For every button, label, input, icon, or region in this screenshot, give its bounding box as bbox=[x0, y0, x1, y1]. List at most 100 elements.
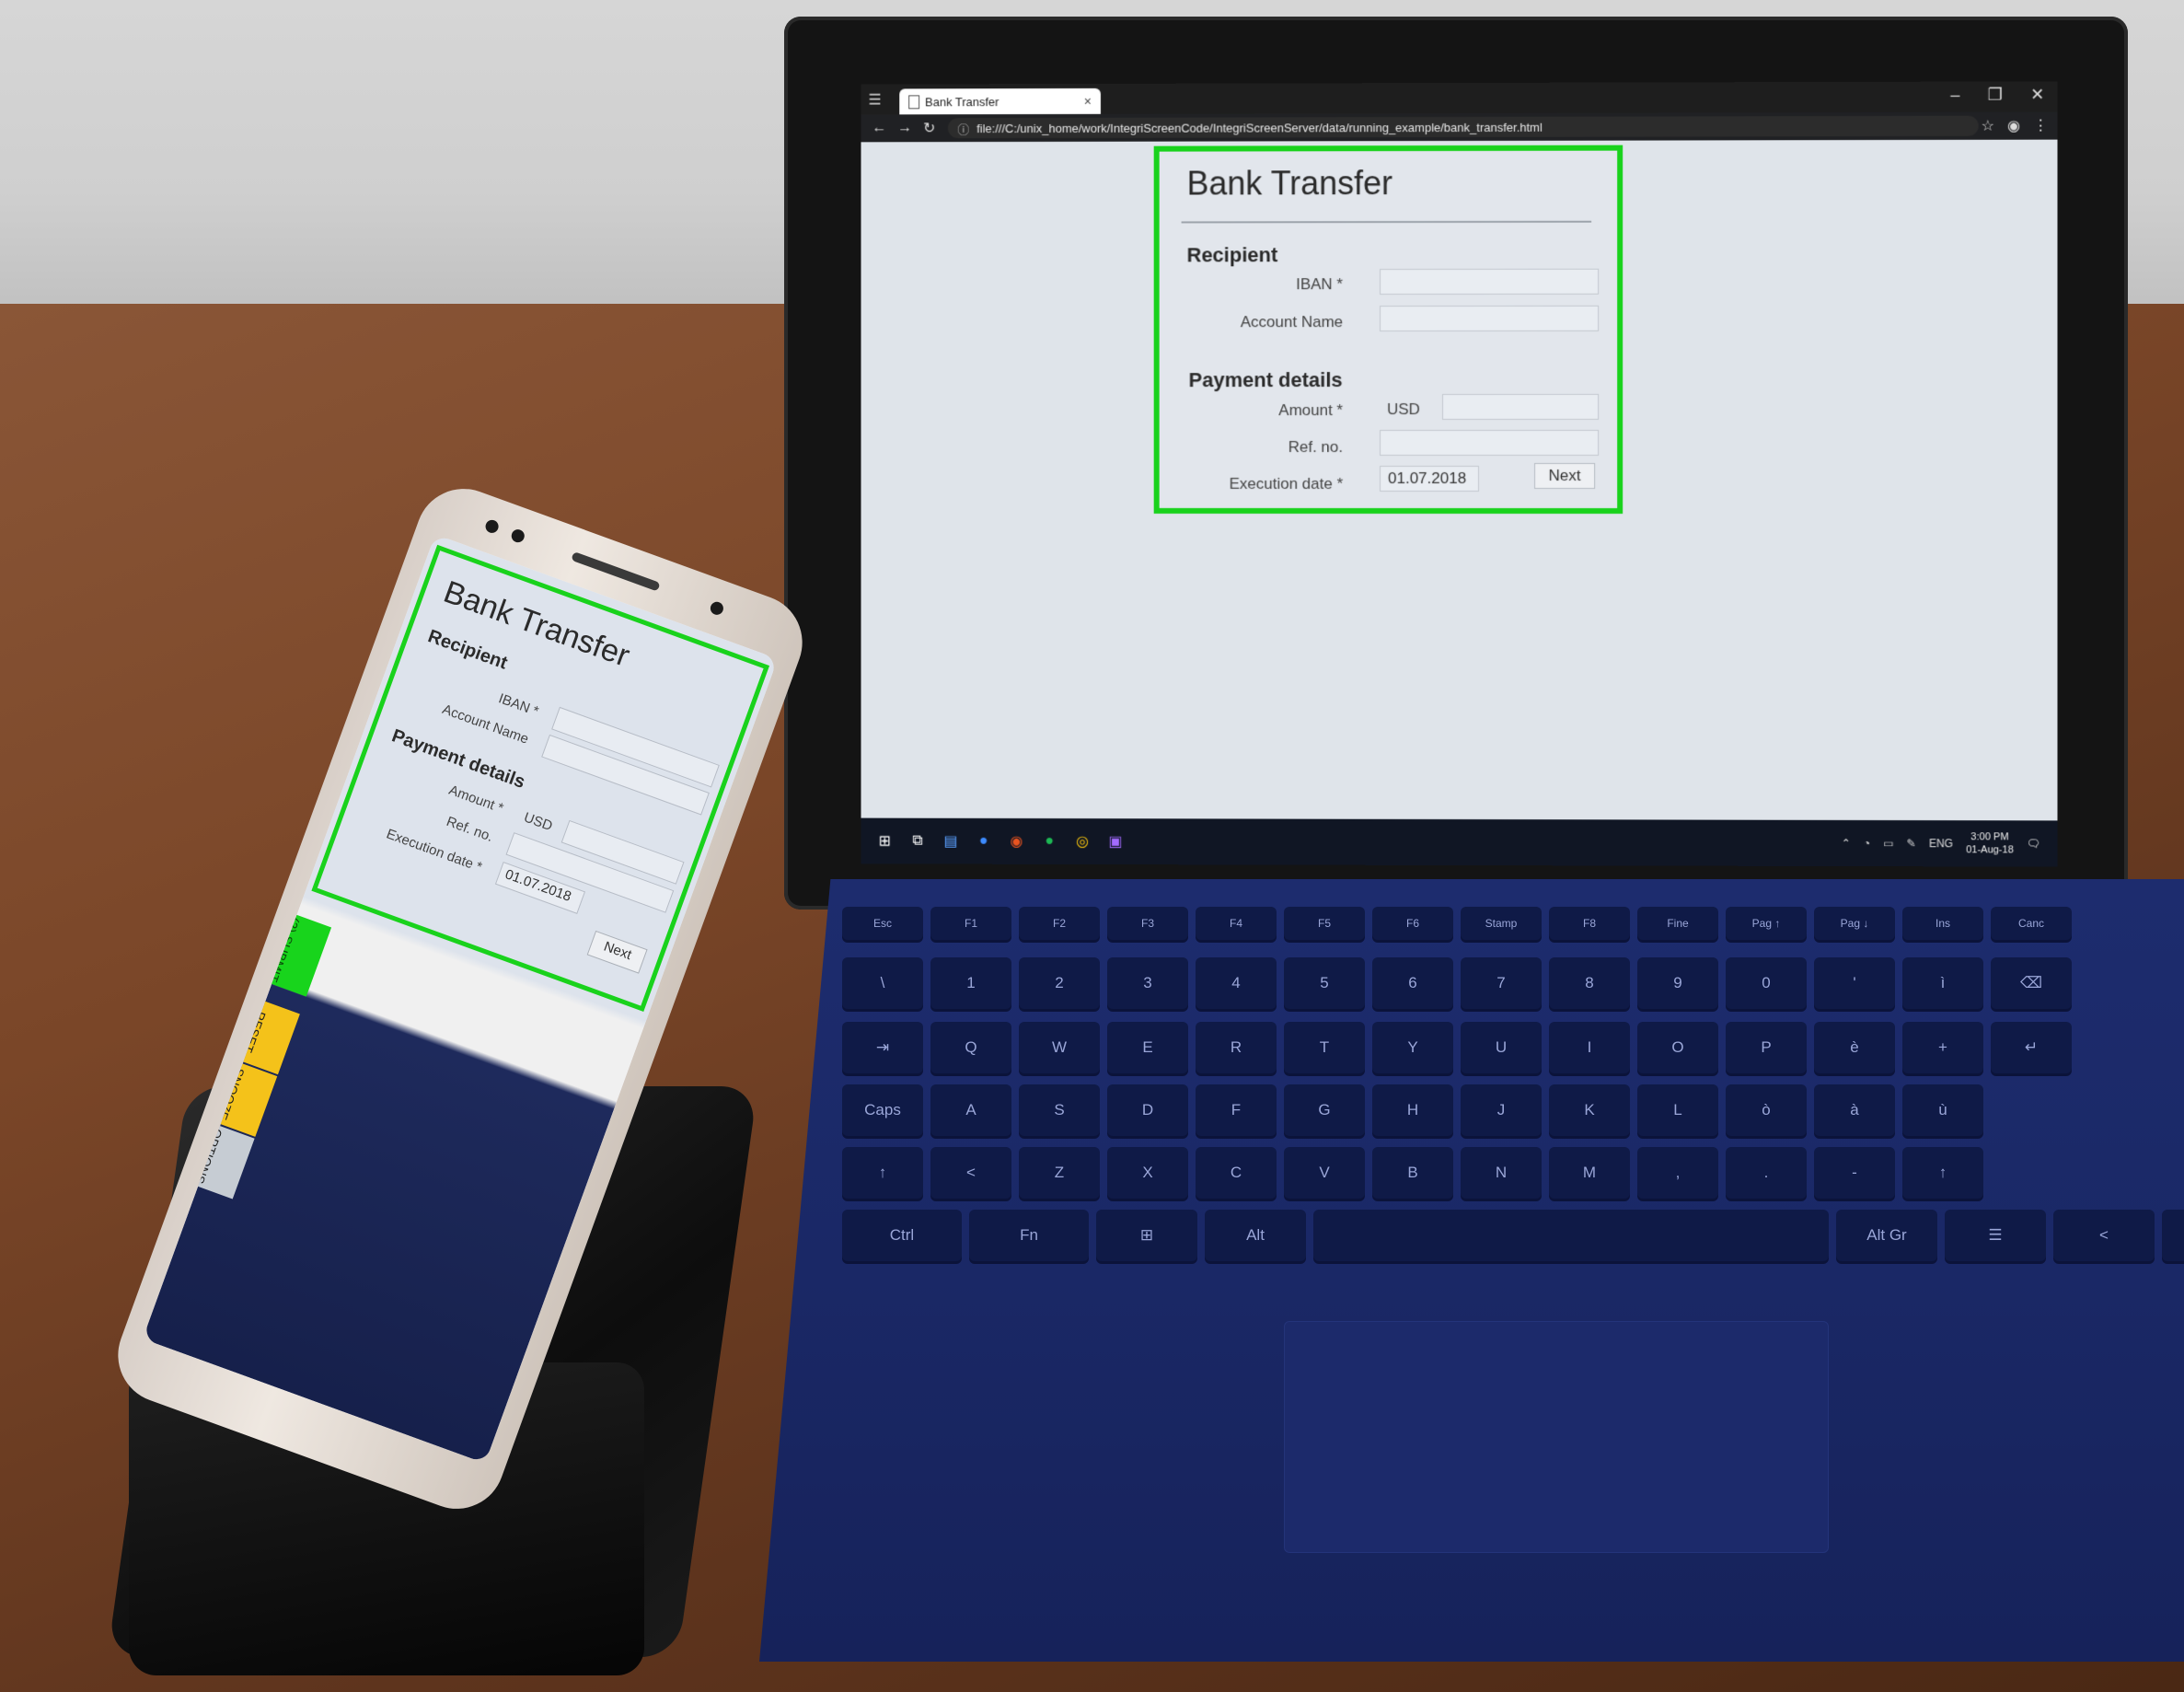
amount-input[interactable] bbox=[1442, 393, 1600, 421]
task-view-icon[interactable]: ⧉ bbox=[908, 832, 927, 851]
key-row6-8[interactable]: ⌄ bbox=[2162, 1210, 2184, 1261]
visual-studio-icon[interactable]: ▣ bbox=[1106, 832, 1125, 851]
key-row5-5[interactable]: V bbox=[1284, 1147, 1365, 1199]
key-row3-10[interactable]: P bbox=[1726, 1022, 1807, 1073]
key-row4-12[interactable]: ù bbox=[1902, 1084, 1983, 1136]
key-row2-0[interactable]: \ bbox=[842, 957, 923, 1009]
key-row3-11[interactable]: è bbox=[1814, 1022, 1895, 1073]
key-row6-6[interactable]: ☰ bbox=[1945, 1210, 2046, 1261]
key-row1-6[interactable]: F6 bbox=[1372, 907, 1453, 940]
key-row1-4[interactable]: F4 bbox=[1196, 907, 1277, 940]
key-row3-13[interactable]: ↵ bbox=[1991, 1022, 2072, 1073]
trackpad[interactable] bbox=[1284, 1321, 1829, 1553]
key-row1-8[interactable]: F8 bbox=[1549, 907, 1630, 940]
close-window-icon[interactable]: ✕ bbox=[2030, 85, 2044, 104]
key-row1-0[interactable]: Esc bbox=[842, 907, 923, 940]
spotify-icon[interactable]: ● bbox=[1040, 832, 1058, 851]
key-row6-7[interactable]: < bbox=[2053, 1210, 2155, 1261]
key-row5-8[interactable]: M bbox=[1549, 1147, 1630, 1199]
key-row2-5[interactable]: 5 bbox=[1284, 957, 1365, 1009]
key-row4-2[interactable]: S bbox=[1019, 1084, 1100, 1136]
key-row5-4[interactable]: C bbox=[1196, 1147, 1277, 1199]
key-row5-0[interactable]: ↑ bbox=[842, 1147, 923, 1199]
key-row3-12[interactable]: + bbox=[1902, 1022, 1983, 1073]
key-row5-2[interactable]: Z bbox=[1019, 1147, 1100, 1199]
key-row3-3[interactable]: E bbox=[1107, 1022, 1188, 1073]
key-row4-3[interactable]: D bbox=[1107, 1084, 1188, 1136]
key-row2-4[interactable]: 4 bbox=[1196, 957, 1277, 1009]
forward-icon[interactable]: → bbox=[897, 120, 912, 136]
battery-icon[interactable]: ▭ bbox=[1883, 837, 1893, 850]
key-row5-1[interactable]: < bbox=[930, 1147, 1011, 1199]
key-row6-4[interactable] bbox=[1313, 1210, 1829, 1261]
language-indicator[interactable]: ENG bbox=[1929, 837, 1953, 850]
key-row2-13[interactable]: ⌫ bbox=[1991, 957, 2072, 1009]
key-row5-9[interactable]: , bbox=[1637, 1147, 1718, 1199]
chrome-icon[interactable]: ◎ bbox=[1073, 832, 1092, 851]
key-row3-4[interactable]: R bbox=[1196, 1022, 1277, 1073]
key-row4-11[interactable]: à bbox=[1814, 1084, 1895, 1136]
restore-icon[interactable]: ❐ bbox=[1988, 86, 2003, 105]
key-row1-9[interactable]: Fine bbox=[1637, 907, 1718, 940]
key-row5-11[interactable]: - bbox=[1814, 1147, 1895, 1199]
ref-no-input[interactable] bbox=[1380, 429, 1600, 457]
key-row3-7[interactable]: U bbox=[1461, 1022, 1542, 1073]
key-row6-2[interactable]: ⊞ bbox=[1096, 1210, 1197, 1261]
key-row4-4[interactable]: F bbox=[1196, 1084, 1277, 1136]
execution-date-input[interactable] bbox=[1380, 465, 1479, 493]
key-row2-12[interactable]: ì bbox=[1902, 957, 1983, 1009]
key-row1-11[interactable]: Pag ↓ bbox=[1814, 907, 1895, 940]
key-row6-0[interactable]: Ctrl bbox=[842, 1210, 962, 1261]
clock[interactable]: 3:00 PM 01-Aug-18 bbox=[1966, 830, 2014, 856]
key-row3-8[interactable]: I bbox=[1549, 1022, 1630, 1073]
key-row6-3[interactable]: Alt bbox=[1205, 1210, 1306, 1261]
key-row2-9[interactable]: 9 bbox=[1637, 957, 1718, 1009]
key-row3-2[interactable]: W bbox=[1019, 1022, 1100, 1073]
key-row2-7[interactable]: 7 bbox=[1461, 957, 1542, 1009]
back-icon[interactable]: ← bbox=[872, 120, 886, 136]
key-row4-7[interactable]: J bbox=[1461, 1084, 1542, 1136]
key-row2-11[interactable]: ' bbox=[1814, 957, 1895, 1009]
browser-tab[interactable]: Bank Transfer × bbox=[899, 87, 1101, 115]
key-row3-6[interactable]: Y bbox=[1372, 1022, 1453, 1073]
key-row4-9[interactable]: L bbox=[1637, 1084, 1718, 1136]
key-row1-12[interactable]: Ins bbox=[1902, 907, 1983, 940]
key-row1-13[interactable]: Canc bbox=[1991, 907, 2072, 940]
key-row5-7[interactable]: N bbox=[1461, 1147, 1542, 1199]
network-icon[interactable]: ◔ bbox=[1864, 837, 1870, 850]
key-row1-7[interactable]: Stamp bbox=[1461, 907, 1542, 940]
key-row1-10[interactable]: Pag ↑ bbox=[1726, 907, 1807, 940]
ubuntu-icon[interactable]: ◉ bbox=[1007, 832, 1025, 851]
file-explorer-icon[interactable]: ▤ bbox=[942, 832, 960, 851]
url-field[interactable]: ⓘ file:///C:/unix_home/work/IntegriScree… bbox=[948, 115, 1980, 139]
key-row3-9[interactable]: O bbox=[1637, 1022, 1718, 1073]
info-icon[interactable]: ⓘ bbox=[957, 120, 969, 137]
key-row2-2[interactable]: 2 bbox=[1019, 957, 1100, 1009]
key-row4-5[interactable]: G bbox=[1284, 1084, 1365, 1136]
more-menu-icon[interactable]: ⋮ bbox=[2033, 117, 2048, 135]
reload-icon[interactable]: ↻ bbox=[923, 119, 935, 137]
key-row4-10[interactable]: ò bbox=[1726, 1084, 1807, 1136]
windows-start-icon[interactable]: ⊞ bbox=[875, 832, 894, 851]
app-blue-icon[interactable]: ● bbox=[975, 832, 993, 851]
key-row4-0[interactable]: Caps bbox=[842, 1084, 923, 1136]
tab-close-icon[interactable]: × bbox=[1084, 94, 1092, 109]
notifications-icon[interactable]: 🗨 bbox=[2027, 837, 2040, 850]
key-row5-10[interactable]: . bbox=[1726, 1147, 1807, 1199]
extension-icon[interactable]: ◉ bbox=[2007, 117, 2020, 135]
account-name-input[interactable] bbox=[1380, 305, 1600, 332]
app-menu-icon[interactable]: ☰ bbox=[868, 91, 881, 110]
bookmark-star-icon[interactable]: ☆ bbox=[1981, 117, 1993, 135]
iban-input[interactable] bbox=[1380, 268, 1600, 296]
key-row1-2[interactable]: F2 bbox=[1019, 907, 1100, 940]
key-row5-12[interactable]: ↑ bbox=[1902, 1147, 1983, 1199]
key-row2-6[interactable]: 6 bbox=[1372, 957, 1453, 1009]
minimize-icon[interactable]: – bbox=[1950, 86, 1959, 105]
key-row2-10[interactable]: 0 bbox=[1726, 957, 1807, 1009]
pen-icon[interactable]: ✎ bbox=[1907, 837, 1916, 850]
key-row1-1[interactable]: F1 bbox=[930, 907, 1011, 940]
key-row5-3[interactable]: X bbox=[1107, 1147, 1188, 1199]
key-row4-8[interactable]: K bbox=[1549, 1084, 1630, 1136]
key-row5-6[interactable]: B bbox=[1372, 1147, 1453, 1199]
next-button[interactable]: Next bbox=[1534, 462, 1596, 490]
